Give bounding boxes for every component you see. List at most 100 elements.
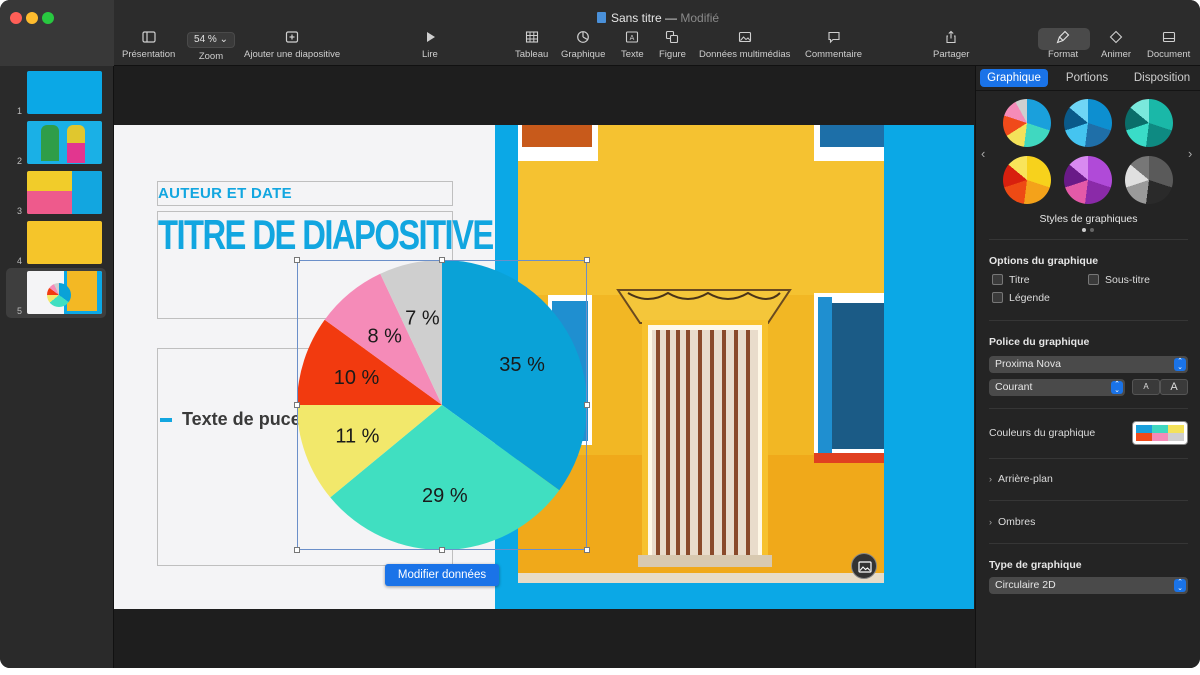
zoom-label: Zoom <box>198 51 224 62</box>
resize-handle[interactable] <box>294 257 300 263</box>
table-icon <box>515 30 548 44</box>
media-button[interactable]: Données multimédias <box>699 30 790 60</box>
chart-icon <box>561 30 605 44</box>
text-button[interactable]: A Texte <box>621 30 644 60</box>
slide-thumbnail-3[interactable]: 3 <box>0 168 114 218</box>
image-icon <box>858 561 872 573</box>
subtitle-checkbox-label: Sous-titre <box>1105 274 1150 286</box>
select-chevron-icon: ⌃ ⌄ <box>1111 381 1123 394</box>
divider <box>989 320 1188 321</box>
background-disclosure[interactable]: › Arrière-plan <box>989 473 1053 485</box>
slide-preview <box>27 271 102 314</box>
chart-style-4[interactable] <box>1003 156 1051 204</box>
document-name: Sans titre <box>610 11 662 25</box>
divider <box>989 458 1188 459</box>
chart-colors-label: Couleurs du graphique <box>989 427 1096 439</box>
presentation-button[interactable]: Présentation <box>122 30 175 60</box>
play-icon <box>422 30 438 44</box>
page-dot[interactable] <box>1090 228 1094 232</box>
document-panel-icon <box>1147 30 1190 44</box>
svg-text:A: A <box>630 35 635 42</box>
play-button[interactable]: Lire <box>422 30 438 60</box>
tab-arrange[interactable]: Disposition <box>1126 69 1198 87</box>
slide-thumbnail-1[interactable]: 1 <box>0 68 114 118</box>
chart-type-value: Circulaire 2D <box>995 579 1056 591</box>
edit-chart-data-button[interactable]: Modifier données <box>385 564 499 586</box>
slide-number: 4 <box>17 256 23 266</box>
chart-button[interactable]: Graphique <box>561 30 605 60</box>
zoom-value: 54 % <box>194 34 217 45</box>
slide-thumbnail-2[interactable]: 2 <box>0 118 114 168</box>
format-label: Format <box>1048 49 1079 60</box>
slide-thumbnail-4[interactable]: 4 <box>0 218 114 268</box>
chevron-left-icon[interactable]: ‹ <box>981 146 985 161</box>
chevron-right-icon[interactable]: › <box>1188 146 1192 161</box>
divider <box>989 543 1188 544</box>
sidebar-icon <box>122 30 175 44</box>
format-inspector: Graphique Portions Disposition ‹ › Style… <box>975 66 1200 668</box>
format-button[interactable]: Format <box>1048 30 1078 60</box>
font-style-select[interactable]: Courant ⌃ ⌄ <box>989 379 1125 396</box>
animate-button[interactable]: Animer <box>1101 30 1131 60</box>
page-dot-active[interactable] <box>1082 228 1086 232</box>
subtitle-checkbox[interactable] <box>1088 274 1099 285</box>
zoom-control[interactable]: 54 % ⌄ Zoom <box>187 32 235 62</box>
chart-style-2[interactable] <box>1064 99 1112 147</box>
shape-button[interactable]: Figure <box>659 30 686 60</box>
divider <box>989 408 1188 409</box>
title-checkbox-label: Titre <box>1009 274 1030 286</box>
legend-checkbox[interactable] <box>992 292 1003 303</box>
select-chevron-icon: ⌃ ⌄ <box>1174 579 1186 592</box>
inspector-tabs: Graphique Portions Disposition <box>976 69 1200 91</box>
resize-handle[interactable] <box>294 547 300 553</box>
resize-handle[interactable] <box>439 547 445 553</box>
resize-handle[interactable] <box>584 257 590 263</box>
divider <box>989 500 1188 501</box>
window-title: Sans titre — Modifié <box>0 11 1200 25</box>
chart-style-5[interactable] <box>1064 156 1112 204</box>
chart-type-select[interactable]: Circulaire 2D ⌃ ⌄ <box>989 577 1188 594</box>
comment-button[interactable]: Commentaire <box>805 30 862 60</box>
slide-title[interactable]: TITRE DE DIAPOSITIVE <box>158 211 494 259</box>
add-slide-button[interactable]: Ajouter une diapositive <box>244 30 340 60</box>
keynote-window: Sans titre — Modifié Présentation 54 % ⌄… <box>0 0 1200 668</box>
title-checkbox[interactable] <box>992 274 1003 285</box>
chart-colors-picker[interactable] <box>1132 421 1188 445</box>
slide[interactable]: AUTEUR ET DATE TITRE DE DIAPOSITIVE Text… <box>114 125 974 609</box>
add-slide-icon <box>244 30 340 44</box>
decrease-font-button[interactable]: A <box>1132 379 1160 395</box>
text-label: Texte <box>621 49 644 60</box>
disclosure-chevron-icon: › <box>989 474 992 484</box>
shadows-disclosure[interactable]: › Ombres <box>989 516 1035 528</box>
chart-style-1[interactable] <box>1003 99 1051 147</box>
page-bottom-margin <box>0 668 1200 675</box>
document-button[interactable]: Document <box>1147 30 1190 60</box>
zoom-select[interactable]: 54 % ⌄ <box>187 32 235 48</box>
resize-handle[interactable] <box>584 402 590 408</box>
slide-thumbnail-5[interactable]: 5 <box>6 268 106 318</box>
chart-font-heading: Police du graphique <box>989 336 1090 348</box>
slide-navigator: 1 2 3 4 5 <box>0 66 114 668</box>
increase-font-button[interactable]: A <box>1160 379 1188 395</box>
chart-type-heading: Type de graphique <box>989 559 1082 571</box>
document-label: Document <box>1147 49 1191 60</box>
select-chevron-icon: ⌃ ⌄ <box>1174 358 1186 371</box>
slide-number: 3 <box>17 206 23 216</box>
tab-chart[interactable]: Graphique <box>980 69 1048 87</box>
paintbrush-icon <box>1048 30 1078 44</box>
chart-style-3[interactable] <box>1125 99 1173 147</box>
resize-handle[interactable] <box>439 257 445 263</box>
chart-selection-frame <box>294 257 590 553</box>
sidebar-titlebar <box>0 0 114 66</box>
replace-image-button[interactable] <box>851 553 877 579</box>
resize-handle[interactable] <box>294 402 300 408</box>
share-button[interactable]: Partager <box>933 30 969 60</box>
bullet-text[interactable]: Texte de puce <box>182 409 301 430</box>
add-slide-label: Ajouter une diapositive <box>244 49 341 60</box>
chart-style-6[interactable] <box>1125 156 1173 204</box>
tab-wedges[interactable]: Portions <box>1058 69 1116 87</box>
resize-handle[interactable] <box>584 547 590 553</box>
table-button[interactable]: Tableau <box>515 30 548 60</box>
font-family-select[interactable]: Proxima Nova ⌃ ⌄ <box>989 356 1188 373</box>
author-date-text[interactable]: AUTEUR ET DATE <box>158 185 292 202</box>
